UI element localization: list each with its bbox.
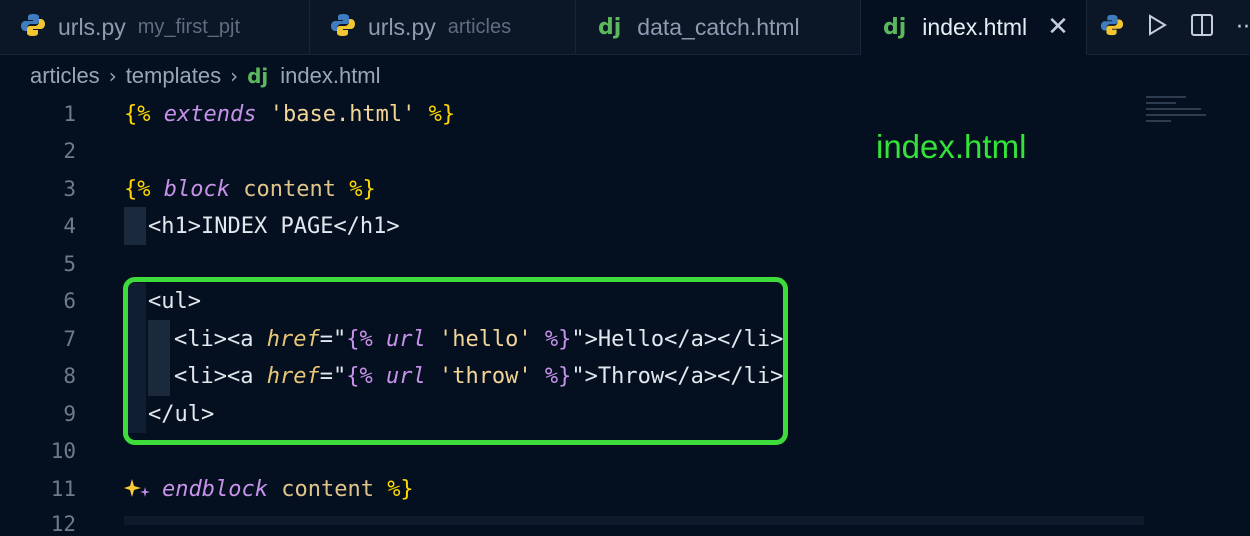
code-line-4: 4 <h1>INDEX PAGE</h1> bbox=[0, 207, 1250, 245]
code-text: {% extends 'base.html' %} bbox=[124, 102, 455, 127]
string-literal: 'base.html' bbox=[269, 101, 416, 127]
line-number: 3 bbox=[63, 177, 76, 201]
sparkle-icon[interactable] bbox=[124, 477, 154, 509]
breadcrumb-separator: › bbox=[230, 64, 239, 88]
tab-data-catch-html[interactable]: dj data_catch.html bbox=[576, 0, 861, 54]
editor-actions: ··· bbox=[1100, 0, 1250, 54]
breadcrumb-item-articles[interactable]: articles bbox=[30, 63, 100, 89]
close-tab-icon[interactable]: ✕ bbox=[1047, 12, 1069, 42]
tab-label: urls.py bbox=[368, 13, 436, 40]
django-icon: dj bbox=[598, 14, 622, 40]
code-line-2: 2 bbox=[0, 132, 1250, 170]
line-number: 1 bbox=[63, 102, 76, 126]
template-delim: %} bbox=[428, 101, 456, 127]
tab-urls-py-articles[interactable]: urls.py articles bbox=[310, 0, 576, 54]
template-delim: {% bbox=[124, 101, 151, 127]
block-name: content bbox=[243, 176, 336, 202]
python-icon bbox=[20, 12, 46, 43]
python-icon[interactable] bbox=[1100, 13, 1124, 42]
line-number: 7 bbox=[63, 327, 76, 351]
line-number: 11 bbox=[50, 477, 76, 501]
template-delim: {% bbox=[124, 176, 151, 202]
line-number: 10 bbox=[50, 439, 76, 463]
tab-bar: urls.py my_first_pjt urls.py articles dj… bbox=[0, 0, 1250, 55]
breadcrumb-separator: › bbox=[108, 64, 117, 88]
template-keyword: block bbox=[163, 176, 230, 202]
line-number: 2 bbox=[63, 139, 76, 163]
html-tag: </h1> bbox=[333, 213, 400, 239]
django-icon: dj bbox=[883, 14, 907, 40]
run-icon[interactable] bbox=[1146, 13, 1168, 42]
tab-urls-py-my-first-pjt[interactable]: urls.py my_first_pjt bbox=[0, 0, 310, 54]
code-line-11: 11 endblock content %} bbox=[0, 470, 1250, 508]
highlight-box bbox=[123, 277, 788, 445]
tab-index-html[interactable]: dj index.html ✕ bbox=[861, 0, 1087, 55]
more-actions-icon[interactable]: ··· bbox=[1236, 15, 1250, 40]
code-text: {% block content %} bbox=[124, 177, 376, 202]
template-keyword: endblock bbox=[162, 476, 268, 502]
html-text: INDEX PAGE bbox=[200, 213, 334, 239]
line-number: 9 bbox=[63, 402, 76, 426]
code-text: <h1>INDEX PAGE</h1> bbox=[148, 214, 400, 239]
breadcrumb-item-index-html[interactable]: index.html bbox=[280, 63, 380, 89]
code-text: endblock content %} bbox=[162, 477, 414, 502]
python-icon bbox=[330, 12, 356, 43]
line-number: 8 bbox=[63, 364, 76, 388]
block-name: content bbox=[281, 476, 374, 502]
code-line-3: 3 {% block content %} bbox=[0, 170, 1250, 208]
line-number: 4 bbox=[63, 214, 76, 238]
tab-label: index.html bbox=[922, 13, 1028, 40]
template-keyword: extends bbox=[163, 101, 257, 127]
current-line-strip bbox=[124, 516, 1144, 525]
tab-dir: articles bbox=[447, 15, 512, 38]
breadcrumb-item-templates[interactable]: templates bbox=[126, 63, 221, 89]
code-line-1: 1 {% extends 'base.html' %} bbox=[0, 95, 1250, 133]
annotation-label: index.html bbox=[876, 128, 1027, 165]
tab-label: data_catch.html bbox=[637, 13, 800, 40]
line-number: 5 bbox=[63, 252, 76, 276]
tab-dir: my_first_pjt bbox=[137, 15, 240, 38]
tab-label: urls.py bbox=[58, 13, 126, 40]
line-number: 6 bbox=[63, 289, 76, 313]
split-editor-icon[interactable] bbox=[1190, 13, 1214, 42]
django-icon: dj bbox=[247, 64, 269, 88]
breadcrumb: articles › templates › dj index.html bbox=[30, 58, 381, 94]
html-tag: <h1> bbox=[148, 213, 201, 239]
template-delim: %} bbox=[349, 176, 376, 202]
line-number: 12 bbox=[50, 512, 76, 536]
template-delim: %} bbox=[387, 476, 414, 502]
